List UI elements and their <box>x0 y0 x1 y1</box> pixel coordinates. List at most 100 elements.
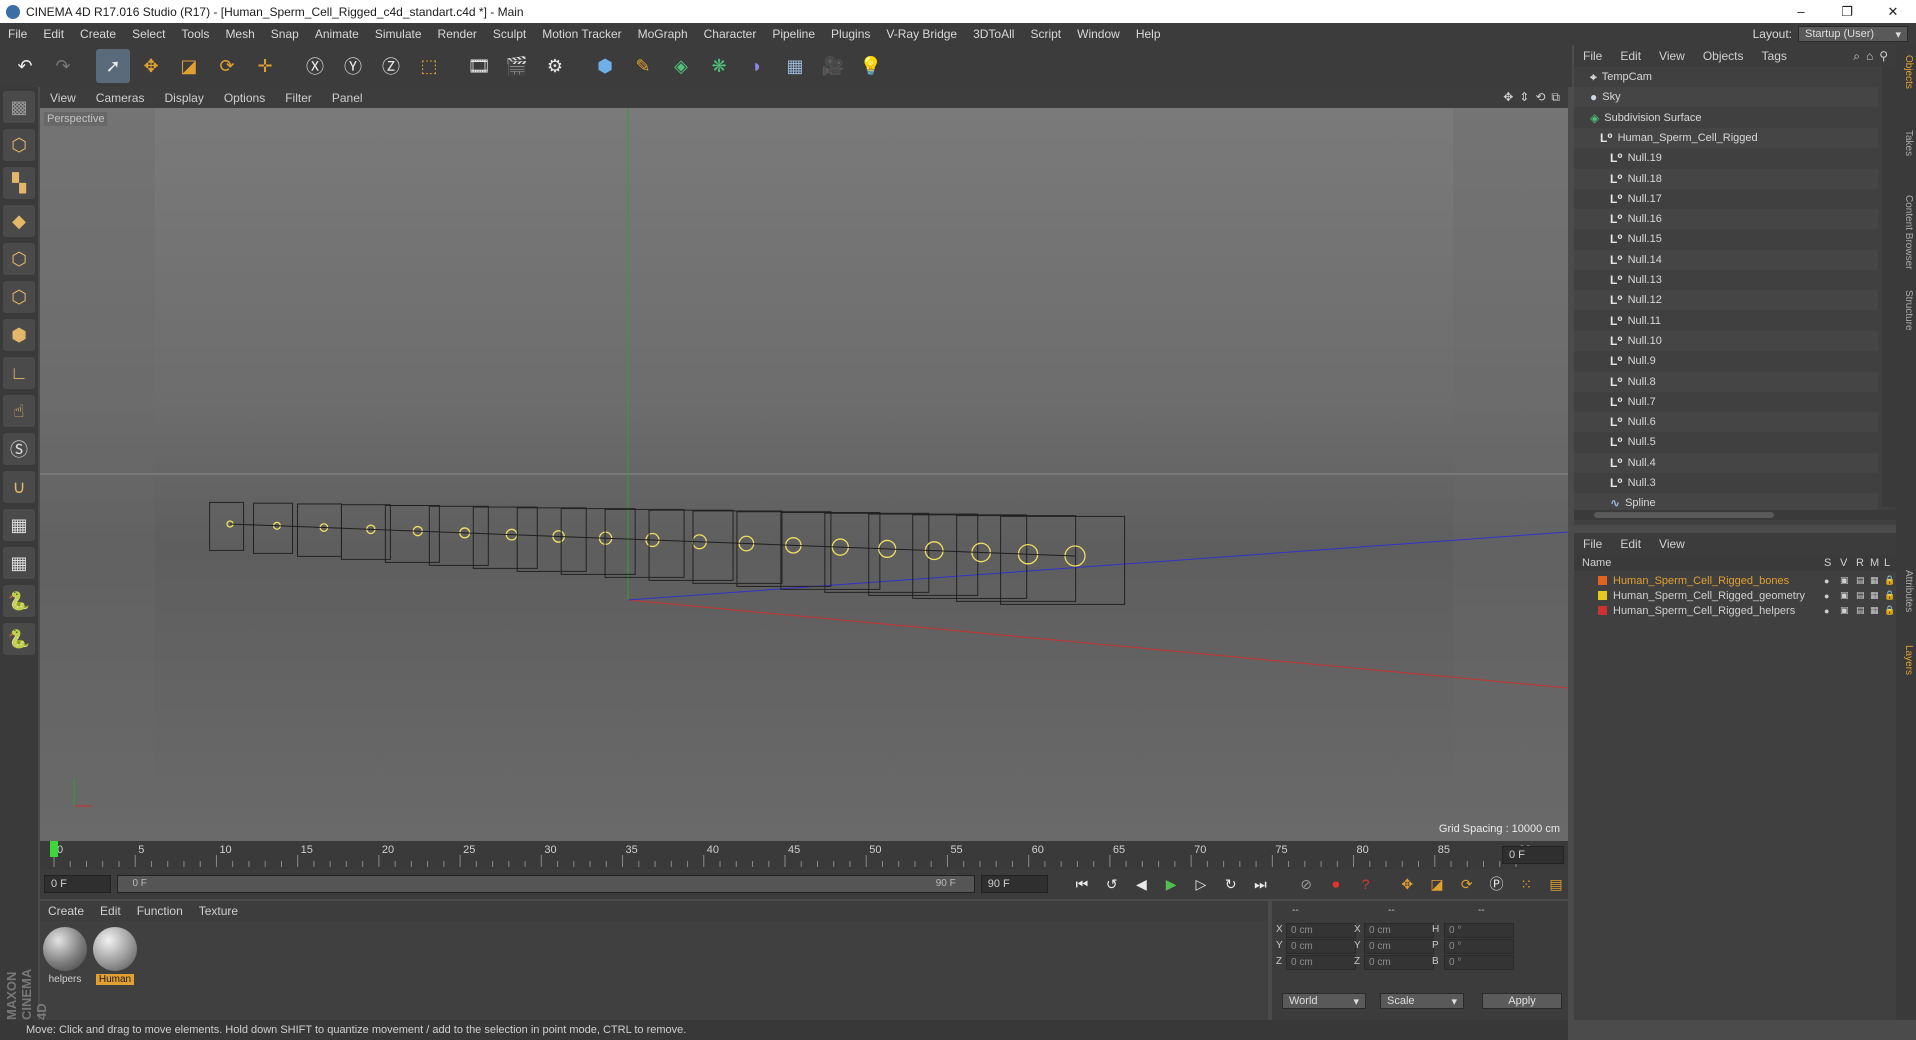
menu-animate[interactable]: Animate <box>307 27 367 41</box>
viewport-menu-panel[interactable]: Panel <box>322 91 373 105</box>
coordinate-space-dropdown[interactable]: World ▾ <box>1282 993 1366 1009</box>
go-to-end-icon[interactable]: ⏭ <box>1249 872 1273 896</box>
axis-mode-icon[interactable]: ∟ <box>3 357 35 389</box>
render-view-icon[interactable]: 🎞 <box>462 49 496 83</box>
menu-v-ray-bridge[interactable]: V-Ray Bridge <box>878 27 965 41</box>
layer-menu-edit[interactable]: Edit <box>1611 537 1650 551</box>
layer-toggle-icon[interactable]: ▣ <box>1840 575 1849 586</box>
deformer-icon[interactable]: ◗ <box>740 49 774 83</box>
object-menu-view[interactable]: View <box>1650 49 1694 63</box>
redo-icon[interactable]: ↷ <box>46 49 80 83</box>
menu-mograph[interactable]: MoGraph <box>630 27 696 41</box>
x-axis-icon[interactable]: Ⓧ <box>298 49 332 83</box>
layer-toggle-icon[interactable]: ▦ <box>1870 590 1879 601</box>
object-row[interactable]: L⁰ Null.12 <box>1574 290 1878 311</box>
light-icon[interactable]: 💡 <box>854 49 888 83</box>
points-mode-icon[interactable]: ⬡ <box>3 243 35 275</box>
end-frame-field[interactable]: 90 F <box>980 875 1049 893</box>
object-row[interactable]: L⁰ Null.16 <box>1574 209 1878 230</box>
parameter-key-icon[interactable]: Ⓟ <box>1485 872 1509 896</box>
polygons-mode-icon[interactable]: ⬢ <box>3 319 35 351</box>
object-row[interactable]: L⁰ Null.9 <box>1574 351 1878 371</box>
object-row[interactable]: L⁰ Null.4 <box>1574 452 1878 473</box>
layer-toggle-icon[interactable]: ▣ <box>1840 590 1849 601</box>
side-tab-content-browser[interactable]: Content Browser <box>1898 195 1914 269</box>
object-row[interactable]: L⁰ Null.15 <box>1574 229 1878 249</box>
timeline-ruler[interactable]: 051015202530354045505560657075808590 0 F <box>40 841 1568 869</box>
layer-menu-view[interactable]: View <box>1650 537 1694 551</box>
layer-toggle-icon[interactable]: 🔒 <box>1884 605 1895 616</box>
side-tab-structure[interactable]: Structure <box>1898 290 1914 331</box>
next-key-icon[interactable]: ↻ <box>1219 872 1243 896</box>
keyframe-selection-icon[interactable]: ? <box>1354 872 1378 896</box>
scale-key-icon[interactable]: ◪ <box>1425 872 1449 896</box>
object-row[interactable]: L⁰ Human_Sperm_Cell_Rigged <box>1574 127 1878 148</box>
tweak-mode-icon[interactable]: ☝ <box>3 395 35 427</box>
render-settings-icon[interactable]: ⚙ <box>538 49 572 83</box>
maximize-viewport-icon[interactable]: ⧉ <box>1551 90 1560 105</box>
point-level-icon[interactable]: ⁙ <box>1514 872 1538 896</box>
menu-edit[interactable]: Edit <box>35 27 72 41</box>
timeline-window-icon[interactable]: ▤ <box>1544 872 1568 896</box>
coord-field[interactable]: 0 cm <box>1364 923 1434 938</box>
menu-pipeline[interactable]: Pipeline <box>764 27 823 41</box>
object-row[interactable]: L⁰ Null.11 <box>1574 311 1878 331</box>
undo-icon[interactable]: ↶ <box>8 49 42 83</box>
previous-frame-icon[interactable]: ◀ <box>1130 872 1154 896</box>
object-row[interactable]: L⁰ Null.14 <box>1574 249 1878 270</box>
object-row[interactable]: L⁰ Null.6 <box>1574 412 1878 433</box>
move-icon[interactable]: ✥ <box>134 49 168 83</box>
material-menu-edit[interactable]: Edit <box>92 904 129 918</box>
dolly-icon[interactable]: ⇕ <box>1519 90 1529 105</box>
maximize-button[interactable]: ❐ <box>1824 0 1870 23</box>
viewport-menu-view[interactable]: View <box>40 91 86 105</box>
filter-icon[interactable]: ⚲ <box>1879 49 1888 64</box>
layer-toggle-icon[interactable]: ▣ <box>1840 605 1849 616</box>
layer-row[interactable]: Human_Sperm_Cell_Rigged_helpers ● ▣ ▤ ▦ 🔒 <box>1574 603 1896 618</box>
object-hscrollbar[interactable] <box>1574 510 1896 520</box>
apply-button[interactable]: Apply <box>1482 993 1562 1009</box>
subdivision-icon[interactable]: ◈ <box>664 49 698 83</box>
object-row[interactable]: L⁰ Null.10 <box>1574 330 1878 351</box>
menu-3dtoall[interactable]: 3DToAll <box>965 27 1022 41</box>
menu-help[interactable]: Help <box>1128 27 1169 41</box>
coord-field[interactable]: 0 cm <box>1286 955 1356 970</box>
layer-toggle-icon[interactable]: ▤ <box>1856 605 1865 616</box>
z-axis-icon[interactable]: Ⓩ <box>374 49 408 83</box>
cloner-icon[interactable]: ❋ <box>702 49 736 83</box>
snap-icon[interactable]: Ⓢ <box>3 433 35 465</box>
layer-toggle-icon[interactable]: ● <box>1824 591 1829 601</box>
layer-toggle-icon[interactable]: ▤ <box>1856 575 1865 586</box>
coord-field[interactable]: 0 cm <box>1364 939 1434 954</box>
menu-snap[interactable]: Snap <box>263 27 307 41</box>
make-editable-icon[interactable]: ▩ <box>3 91 35 123</box>
coord-field[interactable]: 0 cm <box>1286 939 1356 954</box>
current-frame-field[interactable]: 0 F <box>1502 846 1564 864</box>
viewport-menu-options[interactable]: Options <box>214 91 275 105</box>
rotation-key-icon[interactable]: ⟳ <box>1455 872 1479 896</box>
material-menu-texture[interactable]: Texture <box>191 904 246 918</box>
coord-field[interactable]: 0 cm <box>1286 923 1356 938</box>
object-menu-file[interactable]: File <box>1574 49 1611 63</box>
object-menu-edit[interactable]: Edit <box>1611 49 1650 63</box>
menu-tools[interactable]: Tools <box>173 27 217 41</box>
pan-icon[interactable]: ✥ <box>1503 90 1513 105</box>
viewport-menu-display[interactable]: Display <box>154 91 213 105</box>
record-keys-icon[interactable]: ⊘ <box>1294 872 1318 896</box>
camera-icon[interactable]: 🎥 <box>816 49 850 83</box>
layer-toggle-icon[interactable]: ▦ <box>1870 605 1879 616</box>
pen-icon[interactable]: ✎ <box>626 49 660 83</box>
material-menu-create[interactable]: Create <box>40 904 92 918</box>
object-row[interactable]: L⁰ Null.13 <box>1574 270 1878 290</box>
autokey-icon[interactable]: ⏺ <box>1324 872 1348 896</box>
object-row[interactable]: L⁰ Null.19 <box>1574 148 1878 168</box>
coord-field[interactable]: 0 ° <box>1444 955 1514 970</box>
coord-field[interactable]: 0 ° <box>1444 923 1514 938</box>
magnet-icon[interactable]: ∪ <box>3 471 35 503</box>
layer-row[interactable]: Human_Sperm_Cell_Rigged_geometry ● ▣ ▤ ▦ 🔒 <box>1574 588 1896 603</box>
rotate-icon[interactable]: ⟳ <box>210 49 244 83</box>
minimize-button[interactable]: – <box>1778 0 1824 23</box>
material-human[interactable]: Human <box>92 927 138 985</box>
layout-dropdown[interactable]: Startup (User) ▾ <box>1798 26 1908 42</box>
object-row[interactable]: ⌖ TempCam <box>1574 67 1878 87</box>
